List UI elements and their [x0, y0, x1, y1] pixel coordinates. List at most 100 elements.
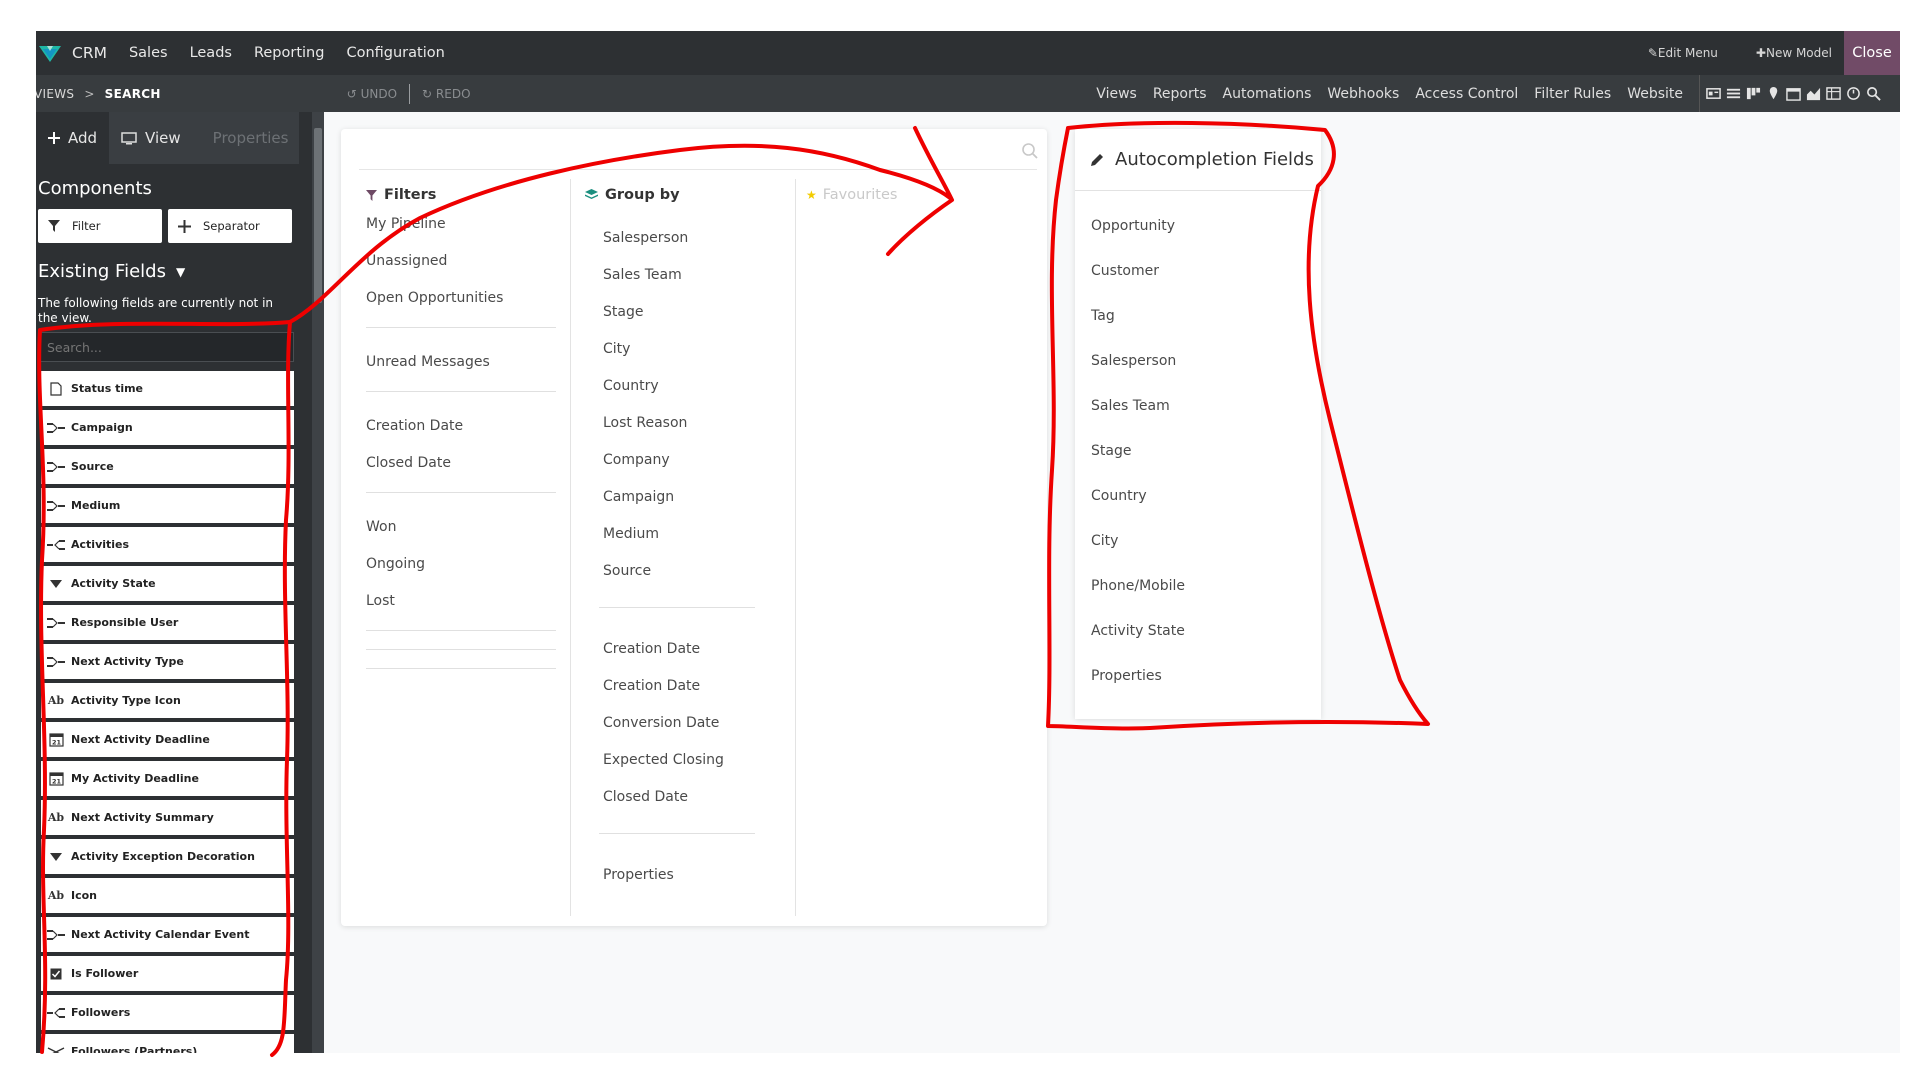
search-view-icon[interactable]	[1866, 86, 1881, 101]
groupby-item[interactable]: City	[603, 330, 763, 367]
app-name[interactable]: CRM	[72, 44, 107, 62]
groupby-item[interactable]: Company	[603, 441, 763, 478]
menu-reporting[interactable]: Reporting	[254, 45, 325, 61]
close-button[interactable]: Close	[1844, 31, 1900, 75]
groupby-item[interactable]: Source	[603, 552, 763, 589]
redo-button[interactable]: ↻ REDO	[422, 87, 470, 101]
existing-field[interactable]: Activity Exception Decoration	[38, 839, 294, 874]
separator[interactable]	[366, 668, 556, 669]
filter-item[interactable]: Open Opportunities	[366, 279, 556, 316]
sidebar-tab-properties[interactable]: Properties	[192, 112, 299, 164]
text-icon: Ab	[47, 889, 65, 902]
filter-item[interactable]: Ongoing	[366, 545, 556, 582]
graph-view-icon[interactable]	[1806, 86, 1821, 101]
groupby-item[interactable]: Stage	[603, 293, 763, 330]
existing-field[interactable]: Activity State	[38, 566, 294, 601]
existing-field[interactable]: 21 My Activity Deadline	[38, 761, 294, 796]
edit-menu-button[interactable]: ✎Edit Menu	[1648, 46, 1718, 60]
undo-button[interactable]: ↺ UNDO	[347, 87, 397, 101]
filter-item[interactable]: Won	[366, 508, 556, 545]
autocompletion-item[interactable]: Customer	[1075, 248, 1321, 293]
existing-field[interactable]: Ab Next Activity Summary	[38, 800, 294, 835]
autocompletion-item[interactable]: Opportunity	[1075, 203, 1321, 248]
scrollbar-thumb[interactable]	[314, 128, 322, 303]
existing-field[interactable]: Source	[38, 449, 294, 484]
groupby-item[interactable]: Medium	[603, 515, 763, 552]
filter-item[interactable]: My Pipeline	[366, 205, 556, 242]
autocompletion-item[interactable]: City	[1075, 518, 1321, 563]
separator[interactable]	[366, 630, 556, 631]
separator[interactable]	[599, 607, 755, 608]
filter-item[interactable]: Lost	[366, 582, 556, 619]
autocompletion-item[interactable]: Sales Team	[1075, 383, 1321, 428]
map-view-icon[interactable]	[1766, 86, 1781, 101]
groupby-item[interactable]: Lost Reason	[603, 404, 763, 441]
filter-item[interactable]: Closed Date	[366, 444, 556, 481]
existing-field[interactable]: Responsible User	[38, 605, 294, 640]
existing-field[interactable]: Followers	[38, 995, 294, 1030]
autocompletion-item[interactable]: Tag	[1075, 293, 1321, 338]
existing-field[interactable]: Campaign	[38, 410, 294, 445]
component-separator[interactable]: Separator	[168, 209, 292, 243]
existing-field[interactable]: Next Activity Calendar Event	[38, 917, 294, 952]
list-view-icon[interactable]	[1726, 86, 1741, 101]
separator[interactable]	[366, 492, 556, 493]
sidebar-tab-view[interactable]: View	[109, 112, 193, 164]
tab-website[interactable]: Website	[1627, 86, 1683, 102]
separator[interactable]	[599, 833, 755, 834]
groupby-item[interactable]: Conversion Date	[603, 704, 763, 741]
sidebar-tab-add[interactable]: Add	[36, 112, 110, 164]
calendar-view-icon[interactable]	[1786, 86, 1801, 101]
existing-fields-toggle[interactable]: Existing Fields ▼	[38, 261, 324, 282]
breadcrumb-views[interactable]: VIEWS	[36, 87, 74, 101]
tab-views[interactable]: Views	[1096, 86, 1137, 102]
existing-field[interactable]: Medium	[38, 488, 294, 523]
filter-item[interactable]: Unassigned	[366, 242, 556, 279]
autocompletion-item[interactable]: Country	[1075, 473, 1321, 518]
activity-view-icon[interactable]	[1846, 86, 1861, 101]
existing-field[interactable]: Status time	[38, 371, 294, 406]
existing-field[interactable]: Is Follower	[38, 956, 294, 991]
kanban-view-icon[interactable]	[1746, 86, 1761, 101]
groupby-item[interactable]: Salesperson	[603, 219, 763, 256]
groupby-item[interactable]: Creation Date	[603, 630, 763, 667]
separator[interactable]	[366, 391, 556, 392]
existing-field[interactable]: Activities	[38, 527, 294, 562]
autocompletion-item[interactable]: Activity State	[1075, 608, 1321, 653]
existing-field[interactable]: Followers (Partners)	[38, 1034, 294, 1053]
separator[interactable]	[366, 327, 556, 328]
tab-filter-rules[interactable]: Filter Rules	[1534, 86, 1611, 102]
groupby-item[interactable]: Country	[603, 367, 763, 404]
existing-field[interactable]: Next Activity Type	[38, 644, 294, 679]
groupby-item[interactable]: Campaign	[603, 478, 763, 515]
menu-leads[interactable]: Leads	[190, 45, 232, 61]
tab-access-control[interactable]: Access Control	[1415, 86, 1518, 102]
filter-item[interactable]: Creation Date	[366, 407, 556, 444]
menu-sales[interactable]: Sales	[129, 45, 168, 61]
component-filter[interactable]: Filter	[38, 209, 162, 243]
groupby-item[interactable]: Closed Date	[603, 778, 763, 815]
existing-field[interactable]: Ab Icon	[38, 878, 294, 913]
tab-automations[interactable]: Automations	[1223, 86, 1312, 102]
existing-field[interactable]: 21 Next Activity Deadline	[38, 722, 294, 757]
existing-field[interactable]: Ab Activity Type Icon	[38, 683, 294, 718]
groupby-item[interactable]: Expected Closing	[603, 741, 763, 778]
groupby-item[interactable]: Creation Date	[603, 667, 763, 704]
tab-reports[interactable]: Reports	[1153, 86, 1207, 102]
groupby-item[interactable]: Properties	[603, 856, 763, 893]
autocompletion-item[interactable]: Phone/Mobile	[1075, 563, 1321, 608]
field-search-input[interactable]	[38, 332, 294, 362]
tab-webhooks[interactable]: Webhooks	[1327, 86, 1399, 102]
autocompletion-item[interactable]: Stage	[1075, 428, 1321, 473]
new-model-button[interactable]: ✚New Model	[1756, 46, 1832, 60]
autocompletion-item[interactable]: Properties	[1075, 653, 1321, 698]
autocompletion-item[interactable]: Salesperson	[1075, 338, 1321, 383]
separator[interactable]	[366, 649, 556, 650]
pivot-view-icon[interactable]	[1826, 86, 1841, 101]
form-view-icon[interactable]	[1706, 86, 1721, 101]
sidebar-scrollbar[interactable]	[312, 112, 324, 1053]
menu-configuration[interactable]: Configuration	[346, 45, 444, 61]
groupby-item[interactable]: Sales Team	[603, 256, 763, 293]
brand[interactable]: CRM	[36, 42, 129, 64]
filter-item[interactable]: Unread Messages	[366, 343, 556, 380]
